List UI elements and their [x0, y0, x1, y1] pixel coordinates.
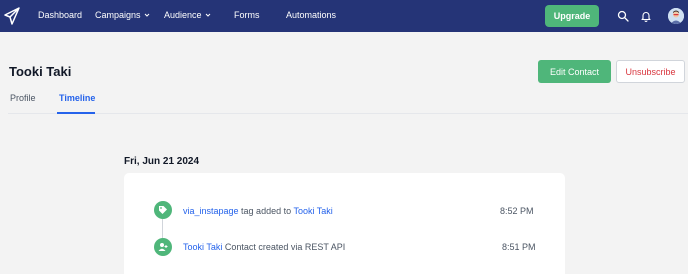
nav-item-label: Campaigns: [95, 10, 141, 20]
active-tab-indicator: [57, 112, 95, 114]
timeline-date-heading: Fri, Jun 21 2024: [124, 156, 200, 167]
unsubscribe-label: Unsubscribe: [625, 66, 676, 77]
timeline-event-text: Tooki Taki Contact created via REST API: [183, 242, 345, 252]
nav-item-forms[interactable]: Forms: [234, 10, 260, 20]
top-navbar: Dashboard Campaigns Audience Forms Autom…: [0, 0, 688, 32]
nav-item-label: Automations: [286, 10, 337, 20]
nav-item-campaigns[interactable]: Campaigns: [95, 10, 150, 20]
nav-item-label: Dashboard: [38, 10, 83, 20]
search-icon[interactable]: [617, 10, 629, 22]
nav-item-automations[interactable]: Automations: [286, 10, 336, 20]
nav-item-label: Audience: [164, 10, 202, 20]
upgrade-button-label: Upgrade: [553, 11, 591, 21]
bell-icon[interactable]: [640, 10, 652, 22]
user-avatar-icon: [668, 8, 684, 24]
tag-link[interactable]: via_instapage: [183, 206, 239, 216]
nav-item-label: Forms: [234, 10, 260, 20]
paper-plane-icon[interactable]: [4, 7, 20, 25]
upgrade-button[interactable]: Upgrade: [545, 5, 599, 27]
nav-item-audience[interactable]: Audience: [164, 10, 211, 20]
timeline-event-text: via_instapage tag added to Tooki Taki: [183, 206, 333, 216]
tag-icon: [154, 201, 172, 219]
user-plus-icon: [154, 238, 172, 256]
timeline-event-time: 8:51 PM: [502, 242, 536, 252]
unsubscribe-button[interactable]: Unsubscribe: [616, 60, 685, 83]
contact-link[interactable]: Tooki Taki: [293, 206, 332, 216]
event-description: tag added to: [238, 206, 294, 216]
tabs-divider: [8, 113, 688, 114]
edit-contact-label: Edit Contact: [549, 66, 600, 77]
edit-contact-button[interactable]: Edit Contact: [538, 60, 611, 83]
timeline-card: [124, 173, 565, 274]
timeline-event-time: 8:52 PM: [500, 206, 534, 216]
tab-timeline[interactable]: Timeline: [59, 93, 95, 103]
nav-item-dashboard[interactable]: Dashboard: [38, 10, 82, 20]
avatar[interactable]: [668, 8, 684, 24]
tab-profile[interactable]: Profile: [10, 93, 36, 103]
chevron-down-icon: [144, 13, 149, 17]
page-title: Tooki Taki: [9, 64, 72, 79]
chevron-down-icon: [205, 13, 210, 17]
event-description: Contact created via REST API: [222, 242, 346, 252]
contact-link[interactable]: Tooki Taki: [183, 242, 222, 252]
